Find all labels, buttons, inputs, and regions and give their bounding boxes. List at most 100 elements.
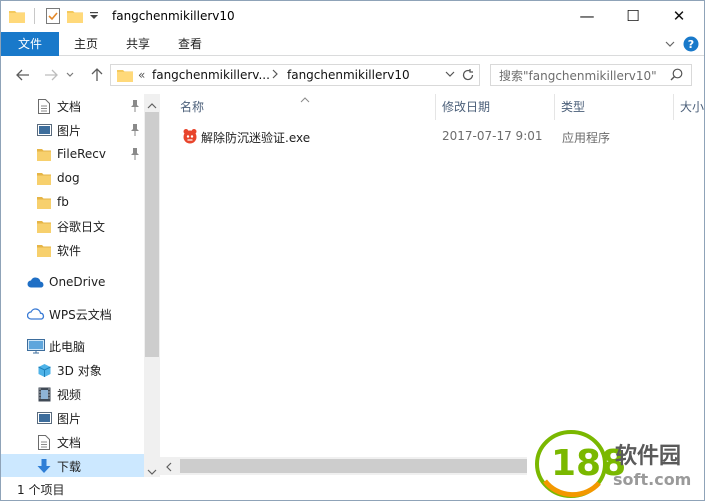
sidebar-item-label: dog bbox=[57, 171, 80, 185]
explorer-window: fangchenmikillerv10 — ☐ ✕ 文件 主页 共享 查看 ? bbox=[0, 0, 705, 501]
video-icon bbox=[36, 386, 52, 402]
title-bar: fangchenmikillerv10 — ☐ ✕ bbox=[1, 1, 704, 32]
column-divider[interactable] bbox=[435, 94, 436, 120]
sidebar-item-label: FileRecv bbox=[57, 147, 106, 161]
tab-share[interactable]: 共享 bbox=[115, 32, 161, 56]
minimize-button[interactable]: — bbox=[564, 1, 610, 31]
file-type: 应用程序 bbox=[562, 131, 611, 145]
address-overflow[interactable]: « bbox=[138, 68, 145, 82]
recent-locations-icon[interactable] bbox=[63, 65, 77, 85]
scroll-up-icon[interactable] bbox=[147, 98, 157, 112]
watermark-logo: 188 软件园 soft.com bbox=[527, 419, 704, 500]
pin-icon bbox=[129, 98, 141, 114]
onedrive-icon bbox=[27, 274, 45, 290]
folder-icon bbox=[36, 146, 52, 162]
ribbon-tabs: 文件 主页 共享 查看 ? bbox=[1, 32, 704, 56]
item-count: 1 个项目 bbox=[17, 483, 65, 497]
column-header-modified[interactable]: 修改日期 bbox=[442, 94, 490, 120]
sidebar-item-documents-pinned[interactable]: 文档 bbox=[1, 94, 144, 118]
folder-icon[interactable] bbox=[9, 7, 25, 25]
column-header-type[interactable]: 类型 bbox=[561, 94, 585, 120]
sidebar-item-fb[interactable]: fb bbox=[1, 190, 144, 214]
file-row[interactable]: 解除防沉迷验证.exe 2017-07-17 9:01 应用程序 bbox=[176, 126, 704, 148]
breadcrumb-parent[interactable]: fangchenmikillerv... bbox=[152, 68, 270, 82]
picture-icon bbox=[36, 122, 52, 138]
document-icon bbox=[36, 98, 52, 114]
refresh-icon[interactable] bbox=[461, 68, 475, 85]
sidebar-item-label: 3D 对象 bbox=[57, 363, 102, 378]
forward-arrow-icon[interactable] bbox=[41, 65, 61, 85]
column-header-name[interactable]: 名称 bbox=[180, 94, 204, 120]
wps-cloud-icon bbox=[27, 306, 45, 322]
folder-icon bbox=[36, 170, 52, 186]
customize-toolbar-icon[interactable] bbox=[89, 7, 99, 25]
sidebar-item-label: 谷歌日文 bbox=[57, 219, 106, 234]
search-input[interactable]: 搜索"fangchenmikillerv10" bbox=[491, 67, 657, 84]
sidebar-item-label: WPS云文档 bbox=[49, 307, 112, 322]
search-icon[interactable] bbox=[670, 68, 683, 84]
sidebar-item-downloads[interactable]: 下载 bbox=[1, 454, 144, 477]
horizontal-scroll-thumb[interactable] bbox=[180, 459, 540, 473]
exe-app-icon bbox=[182, 128, 198, 147]
close-button[interactable]: ✕ bbox=[656, 1, 702, 31]
breadcrumb-chevron-icon[interactable] bbox=[271, 68, 279, 83]
document-icon bbox=[36, 434, 52, 450]
sidebar-item-onedrive[interactable]: OneDrive bbox=[1, 270, 144, 294]
tab-file[interactable]: 文件 bbox=[1, 32, 59, 56]
back-arrow-icon[interactable] bbox=[13, 65, 33, 85]
properties-icon[interactable] bbox=[45, 7, 61, 25]
window-title: fangchenmikillerv10 bbox=[112, 9, 235, 23]
search-box[interactable]: 搜索"fangchenmikillerv10" bbox=[490, 64, 692, 86]
sidebar-item-filerecv[interactable]: FileRecv bbox=[1, 142, 144, 166]
address-bar[interactable]: « fangchenmikillerv... fangchenmikillerv… bbox=[110, 64, 480, 86]
address-folder-icon bbox=[117, 68, 133, 85]
folder-icon bbox=[36, 218, 52, 234]
tab-view[interactable]: 查看 bbox=[167, 32, 213, 56]
sidebar-item-label: 下载 bbox=[57, 459, 82, 474]
maximize-button[interactable]: ☐ bbox=[610, 1, 656, 31]
3d-objects-icon bbox=[36, 362, 52, 378]
pin-icon bbox=[129, 122, 141, 138]
svg-text:?: ? bbox=[688, 38, 694, 51]
sidebar-item-google-japanese[interactable]: 谷歌日文 bbox=[1, 214, 144, 238]
column-divider[interactable] bbox=[554, 94, 555, 120]
sidebar-scrollbar[interactable] bbox=[144, 94, 160, 477]
sidebar-item-this-pc[interactable]: 此电脑 bbox=[1, 334, 144, 358]
new-folder-icon[interactable] bbox=[67, 7, 83, 25]
up-arrow-icon[interactable] bbox=[87, 65, 107, 85]
sidebar-item-label: 图片 bbox=[57, 411, 82, 426]
expand-ribbon-icon[interactable] bbox=[663, 36, 677, 52]
title-divider bbox=[33, 7, 35, 25]
picture-icon bbox=[36, 410, 52, 426]
sidebar-item-label: 图片 bbox=[57, 123, 82, 138]
tab-home[interactable]: 主页 bbox=[63, 32, 109, 56]
sidebar-item-3d-objects[interactable]: 3D 对象 bbox=[1, 358, 144, 382]
breadcrumb-current[interactable]: fangchenmikillerv10 bbox=[287, 68, 410, 82]
pin-icon bbox=[129, 146, 141, 162]
sidebar-scroll-thumb[interactable] bbox=[145, 112, 159, 357]
sidebar-item-documents[interactable]: 文档 bbox=[1, 430, 144, 454]
sidebar-item-software[interactable]: 软件 bbox=[1, 238, 144, 262]
watermark-brand: 软件园 bbox=[615, 443, 681, 469]
file-modified: 2017-07-17 9:01 bbox=[442, 129, 543, 143]
file-name: 解除防沉迷验证.exe bbox=[201, 131, 311, 145]
folder-icon bbox=[36, 242, 52, 258]
column-header-size[interactable]: 大小 bbox=[680, 94, 704, 120]
navigation-pane: 文档 图片 FileRecv dog fb 谷歌日文 软件 OneDrive W… bbox=[1, 94, 160, 477]
address-dropdown-icon[interactable] bbox=[445, 68, 455, 83]
sidebar-item-label: fb bbox=[57, 195, 69, 209]
help-icon[interactable]: ? bbox=[683, 36, 699, 52]
sidebar-item-label: 此电脑 bbox=[49, 339, 86, 354]
this-pc-icon bbox=[27, 338, 45, 354]
sidebar-item-label: 文档 bbox=[57, 99, 82, 114]
scroll-left-icon[interactable] bbox=[166, 461, 172, 475]
column-divider[interactable] bbox=[673, 94, 674, 120]
sidebar-item-wps-cloud[interactable]: WPS云文档 bbox=[1, 302, 144, 326]
sidebar-item-pictures[interactable]: 图片 bbox=[1, 406, 144, 430]
sidebar-item-label: 文档 bbox=[57, 435, 82, 450]
scroll-down-icon[interactable] bbox=[147, 464, 157, 477]
sidebar-item-pictures-pinned[interactable]: 图片 bbox=[1, 118, 144, 142]
sidebar-item-dog[interactable]: dog bbox=[1, 166, 144, 190]
watermark-domain: soft.com bbox=[613, 470, 691, 489]
sidebar-item-videos[interactable]: 视频 bbox=[1, 382, 144, 406]
